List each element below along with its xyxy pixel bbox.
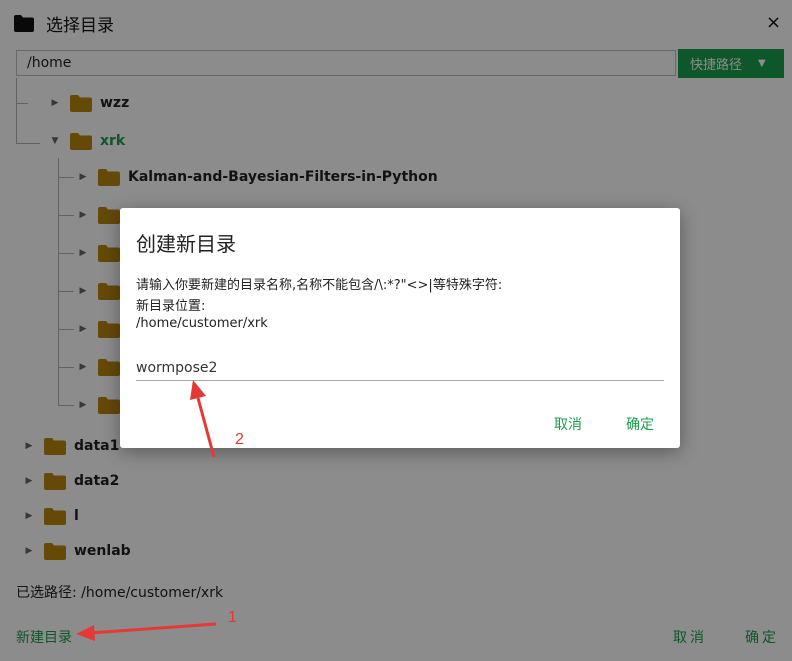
annotation-layer: [76, 380, 217, 641]
annotation-arrow-1: [76, 622, 217, 641]
annotation-marker-1: 1: [228, 609, 237, 626]
annotation-arrow-2: [190, 380, 216, 458]
annotation-marker-2: 2: [235, 431, 244, 448]
